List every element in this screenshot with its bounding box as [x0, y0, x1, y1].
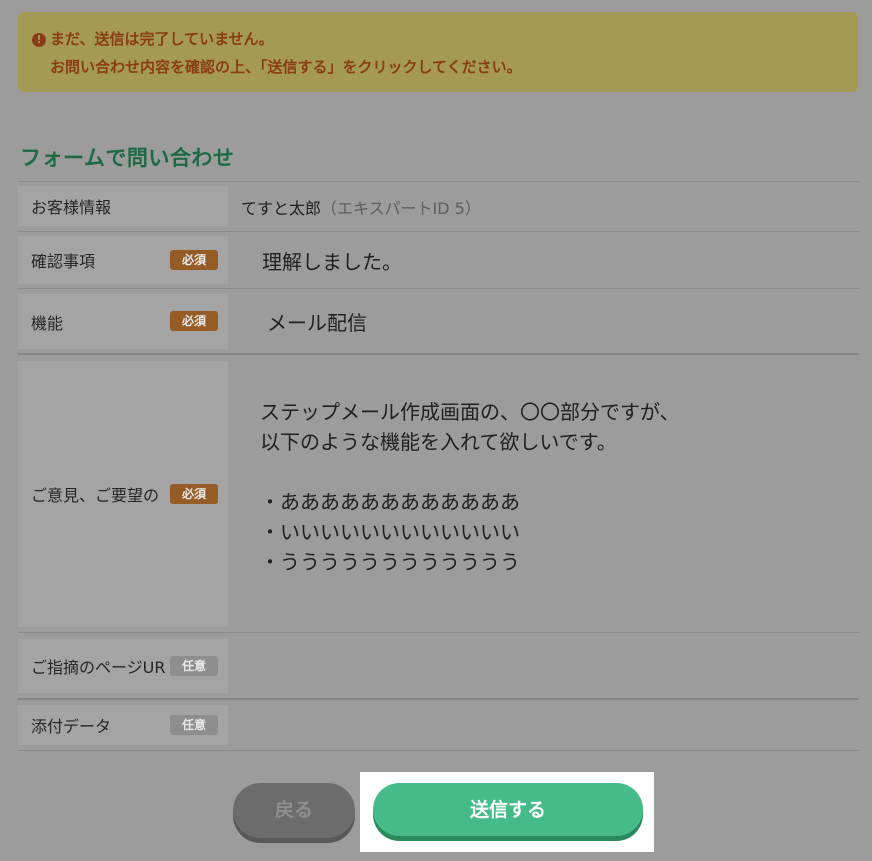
label-page-url: ご指摘のページUR 任意 [18, 639, 228, 693]
divider [18, 750, 859, 751]
required-badge: 必須 [170, 484, 218, 504]
label-confirmation: 確認事項 必須 [18, 236, 228, 284]
optional-badge: 任意 [170, 715, 218, 735]
form-title: フォームで問い合わせ [20, 146, 235, 170]
label-text: 添付データ [31, 717, 112, 736]
feature-value: メール配信 [267, 311, 367, 335]
customer-name: てすと太郎 [241, 199, 322, 218]
opinion-line: ・うううううううううううう [260, 550, 520, 574]
divider [18, 353, 859, 355]
warning-alert: ! まだ、送信は完了していません。 お問い合わせ内容を確認の上、「送信する」をクリ… [18, 12, 858, 92]
divider [18, 181, 859, 182]
opinion-line: ステップメール作成画面の、〇〇部分ですが、 [260, 400, 680, 424]
required-badge: 必須 [170, 311, 218, 331]
label-attachment: 添付データ 任意 [18, 705, 228, 745]
label-text: 確認事項 [31, 252, 96, 271]
opinion-line: ・いいいいいいいいいいいい [260, 520, 520, 544]
alert-line-1: ! まだ、送信は完了していません。 [32, 25, 858, 53]
alert-text-1: まだ、送信は完了していません。 [50, 30, 274, 48]
expert-id: （エキスパートID 5） [321, 199, 481, 218]
submit-highlight: 送信する [360, 772, 654, 852]
divider [18, 698, 859, 700]
submit-button[interactable]: 送信する [373, 783, 643, 836]
opinion-line: 以下のような機能を入れて欲しいです。 [260, 430, 617, 454]
label-text: 機能 [31, 313, 64, 333]
opinion-line: ・ああああああああああああ [260, 490, 520, 514]
back-button[interactable]: 戻る [233, 783, 355, 838]
label-opinion: ご意見、ご要望の 必須 [18, 361, 228, 627]
alert-line-2: お問い合わせ内容を確認の上、「送信する」をクリックしてください。 [50, 58, 522, 76]
opinion-blank-line [260, 457, 680, 487]
label-text: お客様情報 [31, 198, 112, 217]
exclamation-circle-icon: ! [32, 33, 46, 47]
label-text: ご指摘のページUR [31, 658, 166, 677]
divider [18, 288, 859, 289]
label-feature: 機能 必須 [18, 294, 228, 349]
customer-info-value: てすと太郎（エキスパートID 5） [241, 195, 481, 219]
confirmation-value: 理解しました。 [262, 250, 402, 274]
divider [18, 231, 859, 232]
required-badge: 必須 [170, 250, 218, 270]
optional-badge: 任意 [170, 656, 218, 676]
opinion-value: ステップメール作成画面の、〇〇部分ですが、 以下のような機能を入れて欲しいです。… [260, 397, 680, 577]
label-customer-info: お客様情報 [18, 186, 228, 226]
divider [18, 632, 859, 633]
label-text: ご意見、ご要望の [31, 486, 160, 505]
